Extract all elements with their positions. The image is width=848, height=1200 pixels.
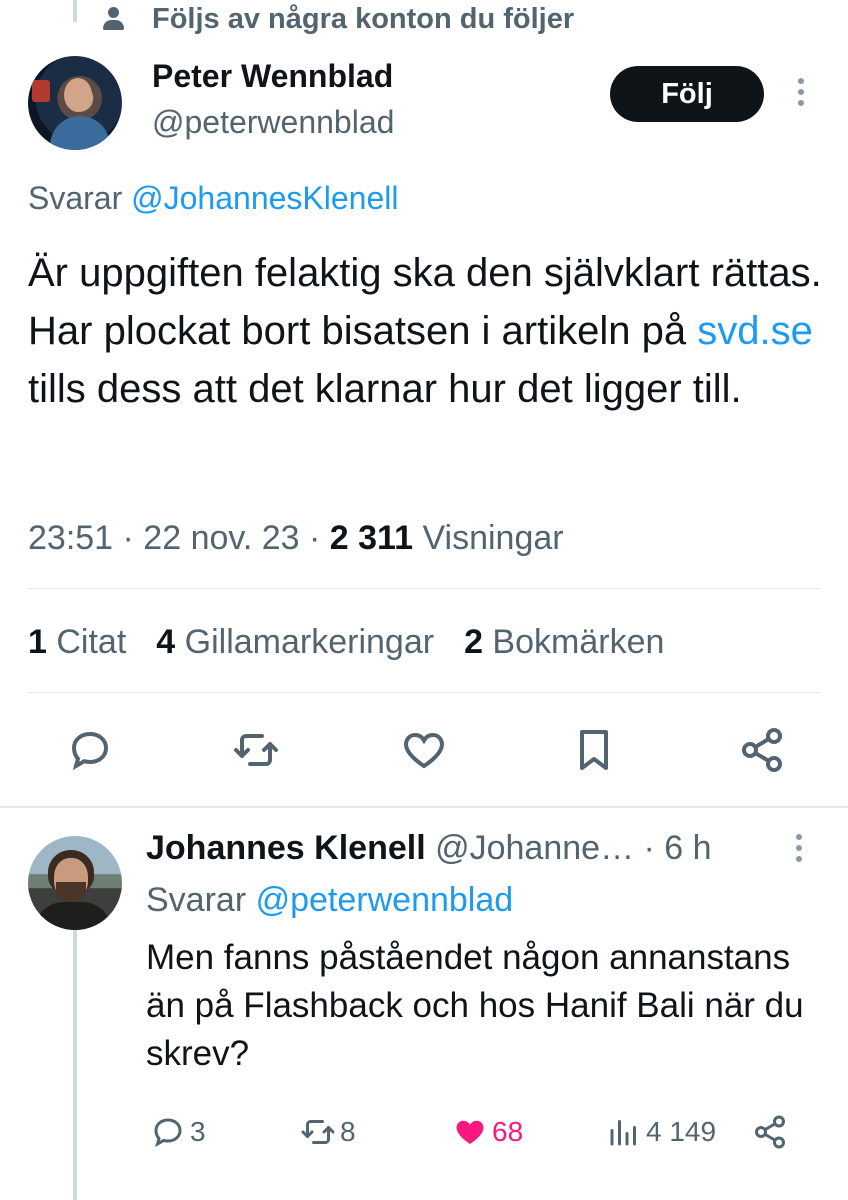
views-count: 2 311 [329, 519, 414, 557]
reply-views-button[interactable]: 4 149 [606, 1110, 716, 1154]
reply-replying-to: Svarar @peterwennblad [146, 878, 513, 922]
views-count: 4 149 [646, 1116, 717, 1147]
replying-prefix: Svarar [28, 180, 132, 216]
tweet-text: Är uppgiften felaktig ska den självklart… [28, 244, 828, 418]
bookmark-icon[interactable] [570, 726, 618, 774]
tweet-text-part: tills dess att det klarnar hur det ligge… [28, 367, 742, 411]
avatar[interactable] [28, 56, 122, 150]
likes-stat[interactable]: 4 Gillamarkeringar [156, 620, 434, 664]
divider [28, 692, 820, 693]
reply-retweet-button[interactable]: 8 [300, 1110, 356, 1154]
retweet-icon[interactable] [232, 726, 280, 774]
reply-time[interactable]: · 6 h [634, 829, 712, 867]
quotes-stat[interactable]: 1 Citat [28, 620, 126, 664]
like-icon[interactable] [400, 726, 448, 774]
divider [28, 588, 820, 589]
social-context-text: Följs av några konton du följer [152, 2, 575, 35]
reply-author-handle[interactable]: @Johanne… [435, 829, 634, 867]
thread-line [73, 930, 77, 1200]
tweet-time[interactable]: 23:51 · 22 nov. 23 · [28, 519, 330, 557]
thread-line [73, 0, 77, 22]
author-handle[interactable]: @peterwennblad [152, 102, 394, 142]
replying-to: Svarar @JohannesKlenell [28, 176, 398, 220]
more-icon[interactable] [798, 78, 804, 111]
reply-like-button[interactable]: 68 [452, 1110, 523, 1154]
reply-share-button[interactable] [752, 1110, 792, 1154]
reply-actions: 3 8 68 4 149 [0, 1110, 848, 1154]
reply-author-name[interactable]: Johannes Klenell [146, 829, 426, 867]
views-icon [610, 1120, 636, 1146]
retweet-icon [301, 1120, 335, 1144]
reply-count: 3 [190, 1116, 206, 1147]
tweet-link[interactable]: svd.se [697, 309, 813, 353]
replying-to-link[interactable]: @JohannesKlenell [131, 180, 398, 216]
replying-prefix: Svarar [146, 881, 256, 919]
tweet-stats: 1 Citat 4 Gillamarkeringar 2 Bokmärken [28, 620, 694, 664]
retweet-count: 8 [340, 1116, 356, 1147]
tweet-actions [0, 720, 848, 780]
reply-text: Men fanns påståendet någon annanstans än… [146, 938, 804, 1073]
reply-icon [154, 1118, 182, 1148]
reply-header: Johannes Klenell @Johanne… · 6 h [146, 826, 712, 870]
divider [0, 806, 848, 808]
reply-reply-button[interactable]: 3 [150, 1110, 206, 1154]
bookmarks-stat[interactable]: 2 Bokmärken [464, 620, 664, 664]
reply-avatar[interactable] [28, 836, 122, 930]
replying-to-link[interactable]: @peterwennblad [256, 881, 514, 919]
author-name[interactable]: Peter Wennblad [152, 56, 393, 96]
share-icon[interactable] [738, 726, 786, 774]
social-context: Följs av några konton du följer [100, 2, 574, 36]
reply-icon[interactable] [66, 726, 114, 774]
tweet-meta: 23:51 · 22 nov. 23 · 2 311 Visningar [28, 516, 564, 560]
follow-button[interactable]: Följ [610, 66, 764, 122]
like-count: 68 [492, 1116, 524, 1147]
tweet-author-row: Peter Wennblad @peterwennblad Följ [28, 56, 828, 152]
share-icon [755, 1115, 785, 1149]
views-label: Visningar [413, 519, 564, 557]
person-icon [100, 5, 128, 33]
more-icon[interactable] [796, 834, 802, 867]
heart-filled-icon [456, 1120, 484, 1144]
